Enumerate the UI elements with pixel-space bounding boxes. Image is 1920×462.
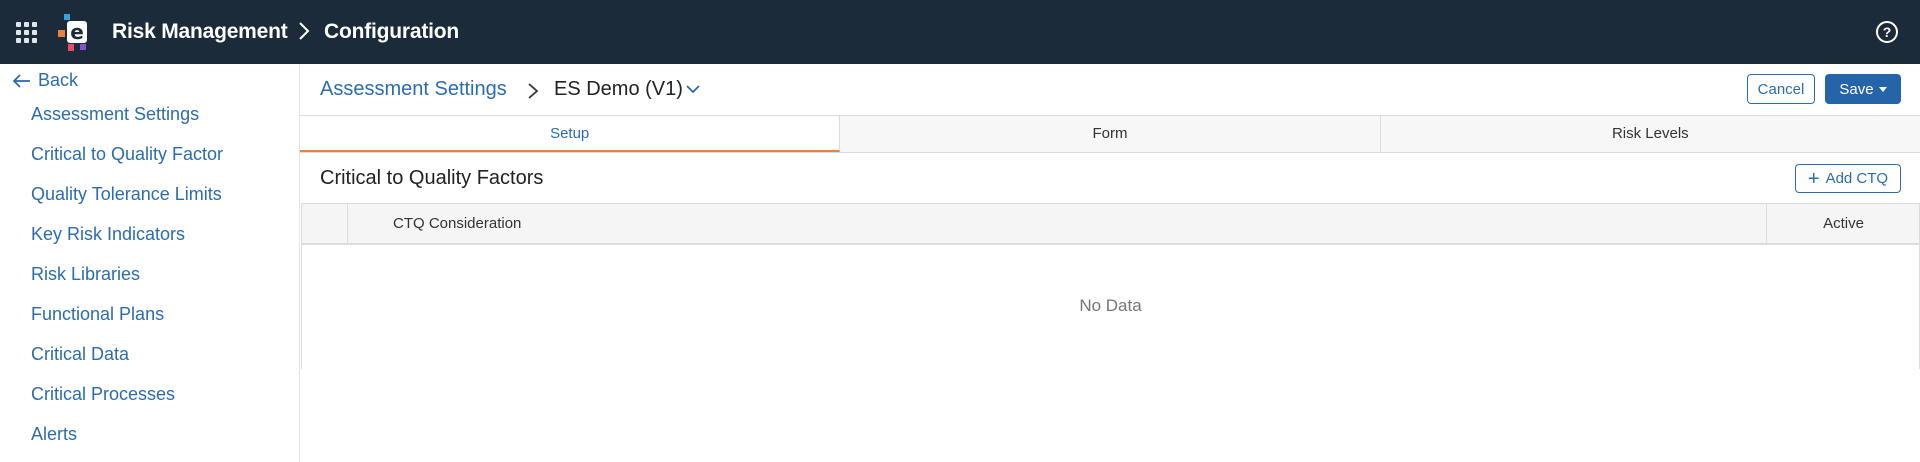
- sidebar-item-critical-data[interactable]: Critical Data: [31, 344, 129, 365]
- save-label: Save: [1839, 80, 1874, 98]
- ctq-table: CTQ Consideration Active No Data: [301, 203, 1920, 369]
- tab-setup[interactable]: Setup: [300, 116, 841, 152]
- back-label: Back: [38, 70, 79, 90]
- sidebar-item-risk-libraries[interactable]: Risk Libraries: [31, 264, 140, 285]
- select-column-header[interactable]: [302, 204, 348, 244]
- plus-icon: +: [1807, 167, 1820, 190]
- table-header: CTQ Consideration Active: [302, 203, 1919, 245]
- tab-risk-levels[interactable]: Risk Levels: [1381, 116, 1920, 152]
- chevron-right-icon: [528, 83, 539, 99]
- back-link[interactable]: Back: [12, 70, 78, 91]
- cancel-button[interactable]: Cancel: [1747, 74, 1815, 104]
- sidebar-item-critical-processes[interactable]: Critical Processes: [31, 384, 175, 405]
- sidebar-item-functional-plans[interactable]: Functional Plans: [31, 304, 164, 325]
- save-button[interactable]: Save: [1825, 74, 1901, 104]
- sidebar: Back Assessment Settings Critical to Qua…: [0, 64, 300, 462]
- caret-down-icon: [1878, 86, 1887, 92]
- column-header-ctq-consideration[interactable]: CTQ Consideration: [393, 215, 521, 232]
- help-icon[interactable]: ?: [1876, 21, 1898, 43]
- app-title[interactable]: Risk Management: [112, 20, 288, 44]
- sidebar-item-key-risk-indicators[interactable]: Key Risk Indicators: [31, 224, 185, 245]
- column-header-active[interactable]: Active: [1766, 204, 1920, 244]
- empty-state-text: No Data: [1079, 296, 1142, 315]
- tab-form[interactable]: Form: [840, 116, 1381, 152]
- sidebar-item-alerts[interactable]: Alerts: [31, 424, 77, 445]
- arrow-left-icon: [12, 73, 30, 88]
- chevron-right-icon: [299, 22, 310, 40]
- chevron-down-icon[interactable]: [685, 83, 701, 95]
- breadcrumb-assessment-settings[interactable]: Assessment Settings: [320, 78, 507, 101]
- app-launcher-icon[interactable]: [16, 22, 38, 43]
- sidebar-item-assessment-settings[interactable]: Assessment Settings: [31, 104, 199, 125]
- sidebar-item-quality-tolerance-limits[interactable]: Quality Tolerance Limits: [31, 184, 222, 205]
- sidebar-item-critical-to-quality-factor[interactable]: Critical to Quality Factor: [31, 144, 223, 165]
- add-ctq-button[interactable]: + Add CTQ: [1795, 164, 1901, 193]
- product-logo-icon: e: [58, 14, 87, 51]
- breadcrumb-configuration[interactable]: Configuration: [324, 20, 459, 44]
- tab-bar: Setup Form Risk Levels: [300, 115, 1920, 153]
- svg-text:e: e: [70, 20, 84, 44]
- add-ctq-label: Add CTQ: [1825, 170, 1889, 187]
- top-bar: e Risk Management Configuration ?: [0, 0, 1920, 64]
- version-selector[interactable]: ES Demo (V1): [554, 78, 683, 101]
- section-title: Critical to Quality Factors: [320, 167, 544, 189]
